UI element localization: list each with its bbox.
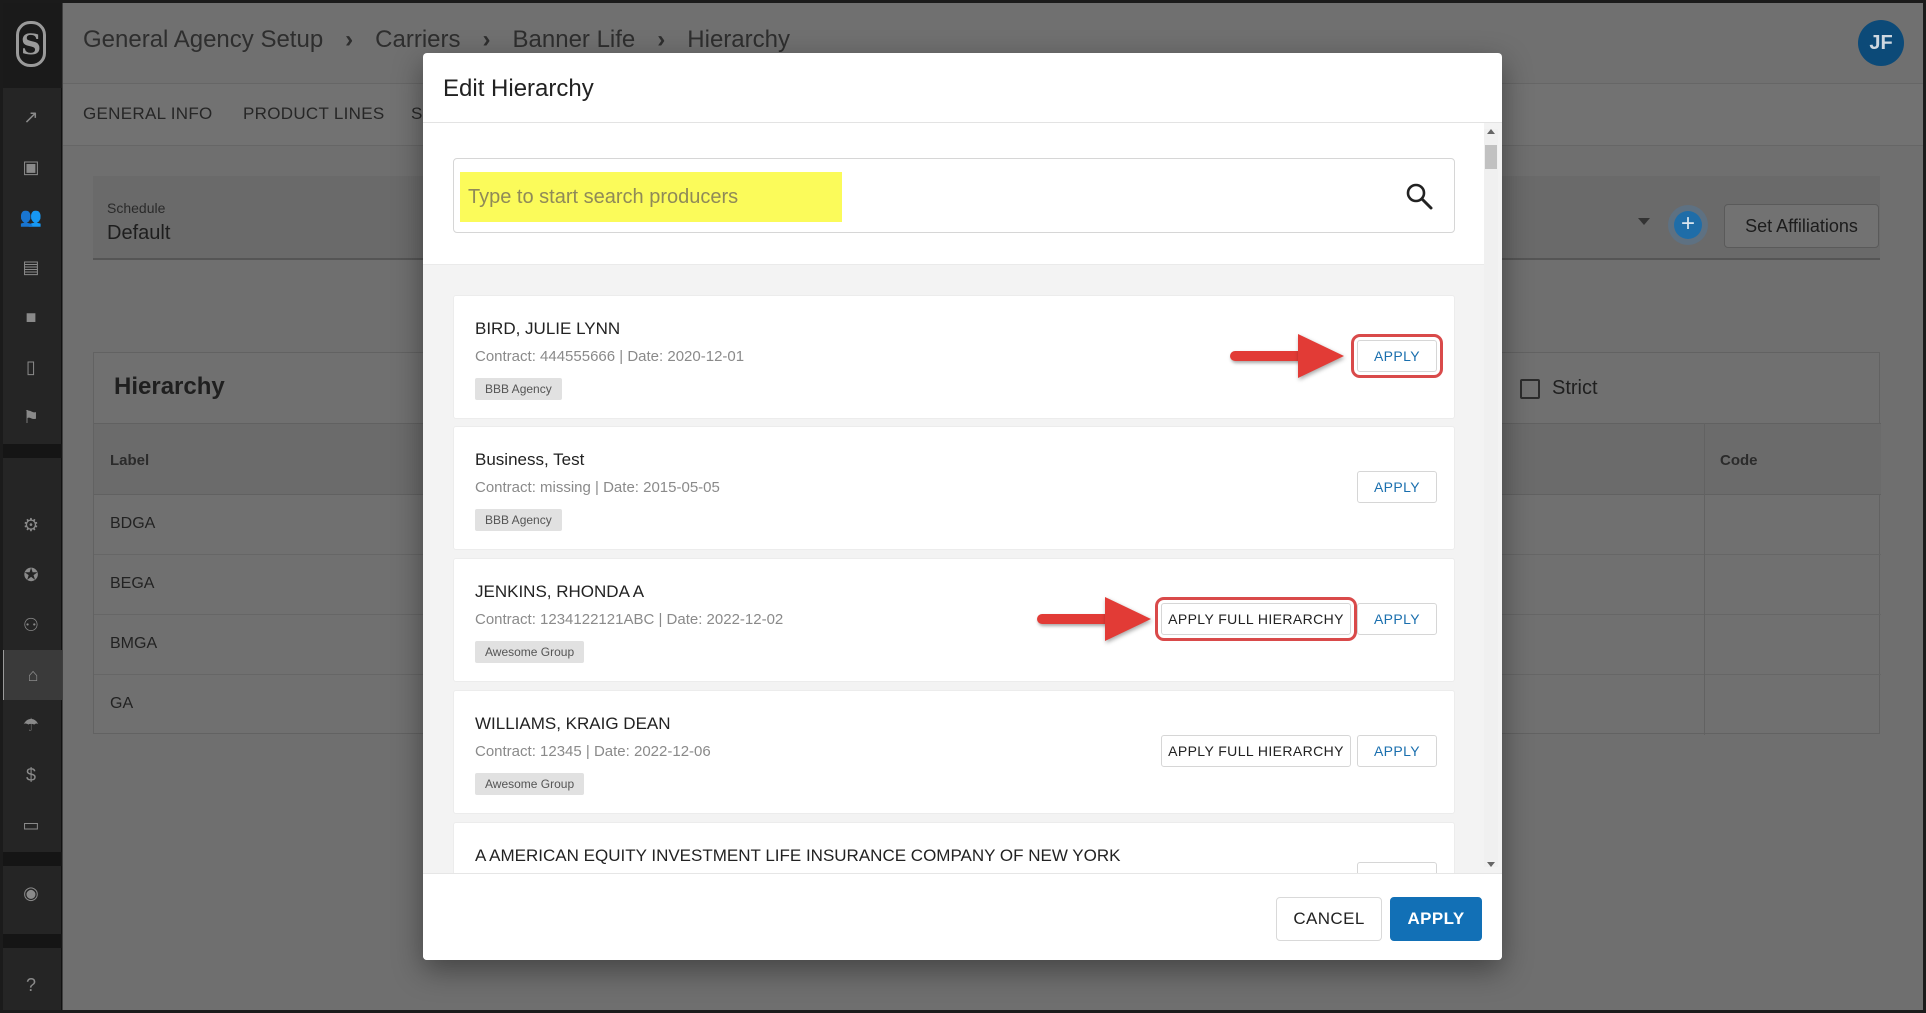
dialog-body: BIRD, JULIE LYNN Contract: 444555666 | D… — [423, 123, 1502, 873]
apply-button[interactable]: APPLY — [1357, 862, 1437, 873]
plus-circle-icon[interactable]: + — [1674, 211, 1702, 239]
apply-full-hierarchy-button[interactable]: APPLY FULL HIERARCHY — [1161, 735, 1351, 767]
avatar[interactable]: JF — [1858, 20, 1904, 66]
producer-meta: Contract: 444555666 | Date: 2020-12-01 — [475, 348, 745, 365]
coin-icon[interactable]: ◉ — [0, 868, 62, 918]
apply-button[interactable]: APPLY — [1357, 603, 1437, 635]
hierarchy-title: Hierarchy — [114, 373, 225, 400]
scrollbar[interactable] — [1484, 129, 1498, 867]
list-item: WILLIAMS, KRAIG DEAN Contract: 12345 | D… — [453, 690, 1455, 814]
producer-name: A AMERICAN EQUITY INVESTMENT LIFE INSURA… — [475, 846, 1121, 865]
briefcase-icon[interactable]: ■ — [0, 292, 62, 342]
users-icon[interactable]: 👥 — [0, 192, 62, 242]
producer-name: WILLIAMS, KRAIG DEAN — [475, 714, 671, 733]
apply-button[interactable]: APPLY — [1357, 471, 1437, 503]
schedule-value: Default — [107, 222, 171, 244]
row-label: GA — [110, 695, 134, 712]
dialog-title: Edit Hierarchy — [443, 75, 594, 102]
row-label: BDGA — [110, 515, 156, 532]
apply-full-hierarchy-button[interactable]: APPLY FULL HIERARCHY — [1155, 597, 1357, 641]
breadcrumb-banner-life[interactable]: Banner Life — [513, 26, 636, 54]
row-label: BEGA — [110, 575, 155, 592]
gear-icon[interactable]: ⚙ — [0, 500, 62, 550]
producer-name: JENKINS, RHONDA A — [475, 582, 645, 601]
document-icon[interactable]: ▯ — [0, 342, 62, 392]
breadcrumb-carriers[interactable]: Carriers — [375, 26, 460, 54]
agency-tag: BBB Agency — [475, 378, 562, 400]
cancel-button[interactable]: CANCEL — [1276, 897, 1382, 941]
store-icon[interactable]: ▤ — [0, 242, 62, 292]
dollar-icon[interactable]: $ — [0, 750, 62, 800]
confirm-apply-button[interactable]: APPLY — [1390, 897, 1482, 941]
annotation-arrow-icon — [1037, 597, 1151, 641]
breadcrumb-hierarchy: Hierarchy — [687, 26, 790, 53]
star-badge-icon[interactable]: ✪ — [0, 550, 62, 600]
tab-partial[interactable]: S — [411, 104, 423, 124]
apply-button[interactable]: APPLY — [1351, 334, 1443, 378]
edit-hierarchy-dialog: Edit Hierarchy BIRD, JULIE LYNN Contract… — [423, 53, 1502, 960]
scroll-up-icon[interactable] — [1487, 129, 1495, 134]
list-item: Business, Test Contract: missing | Date:… — [453, 426, 1455, 550]
chart-line-icon[interactable]: ↗ — [0, 92, 62, 142]
checkbox-icon[interactable] — [1520, 378, 1540, 399]
chevron-down-icon[interactable] — [1638, 218, 1650, 225]
breadcrumb: General Agency Setup › Carriers › Banner… — [83, 26, 790, 54]
bank-icon[interactable]: ⌂ — [0, 650, 62, 700]
search-input[interactable] — [468, 183, 1328, 211]
annotation-arrow-icon — [1230, 334, 1344, 378]
logo-mark-icon: S — [16, 21, 46, 67]
dialog-footer: CANCEL APPLY — [423, 873, 1502, 960]
tab-general-info[interactable]: GENERAL INFO — [83, 104, 213, 124]
help-icon[interactable]: ? — [0, 960, 62, 1010]
list-item: JENKINS, RHONDA A Contract: 1234122121AB… — [453, 558, 1455, 682]
search-icon[interactable] — [1404, 181, 1434, 211]
apply-button[interactable]: APPLY — [1357, 735, 1437, 767]
agency-tag: BBB Agency — [475, 509, 562, 531]
flag-icon[interactable]: ⚑ — [0, 392, 62, 442]
column-code: Code — [1720, 452, 1758, 469]
search-box[interactable] — [453, 158, 1455, 233]
umbrella-icon[interactable]: ☂ — [0, 700, 62, 750]
producer-meta: Contract: 1234122121ABC | Date: 2022-12-… — [475, 611, 784, 628]
column-divider — [1704, 423, 1705, 735]
producer-meta: Contract: missing | Date: 2015-05-05 — [475, 479, 720, 496]
row-label: BMGA — [110, 635, 158, 652]
set-affiliations-button[interactable]: Set Affiliations — [1724, 204, 1879, 248]
scroll-down-icon[interactable] — [1487, 862, 1495, 867]
chevron-right-icon: › — [345, 26, 354, 53]
producer-name: Business, Test — [475, 450, 585, 469]
breadcrumb-general-agency-setup[interactable]: General Agency Setup — [83, 26, 323, 54]
agency-tag: Awesome Group — [475, 641, 585, 663]
column-label: Label — [110, 452, 150, 469]
producer-name: BIRD, JULIE LYNN — [475, 319, 621, 338]
chevron-right-icon: › — [657, 26, 666, 53]
scroll-thumb[interactable] — [1485, 145, 1497, 169]
search-section — [423, 123, 1484, 265]
producer-meta: Contract: 12345 | Date: 2022-12-06 — [475, 743, 711, 760]
app-logo[interactable]: S — [0, 0, 62, 88]
sidebar: S ↗ ▣ 👥 ▤ ■ ▯ ⚑ ⚙ ✪ ⚇ ⌂ ☂ $ ▭ ◉ ? — [0, 0, 62, 1013]
list-item: A AMERICAN EQUITY INVESTMENT LIFE INSURA… — [453, 822, 1455, 873]
dialog-header: Edit Hierarchy — [423, 53, 1502, 123]
card-icon[interactable]: ▭ — [0, 800, 62, 850]
user-settings-icon[interactable]: ⚇ — [0, 600, 62, 650]
tab-product-lines[interactable]: PRODUCT LINES — [243, 104, 385, 124]
sidebar-divider — [0, 444, 62, 458]
chevron-right-icon: › — [482, 26, 491, 53]
agency-tag: Awesome Group — [475, 773, 585, 795]
sidebar-divider — [0, 852, 62, 866]
strict-checkbox[interactable]: Strict — [1520, 377, 1598, 400]
list-item: BIRD, JULIE LYNN Contract: 444555666 | D… — [453, 295, 1455, 419]
sidebar-divider — [0, 934, 62, 948]
schedule-label: Schedule — [107, 200, 166, 216]
monitor-icon[interactable]: ▣ — [0, 142, 62, 192]
strict-label: Strict — [1552, 377, 1598, 399]
